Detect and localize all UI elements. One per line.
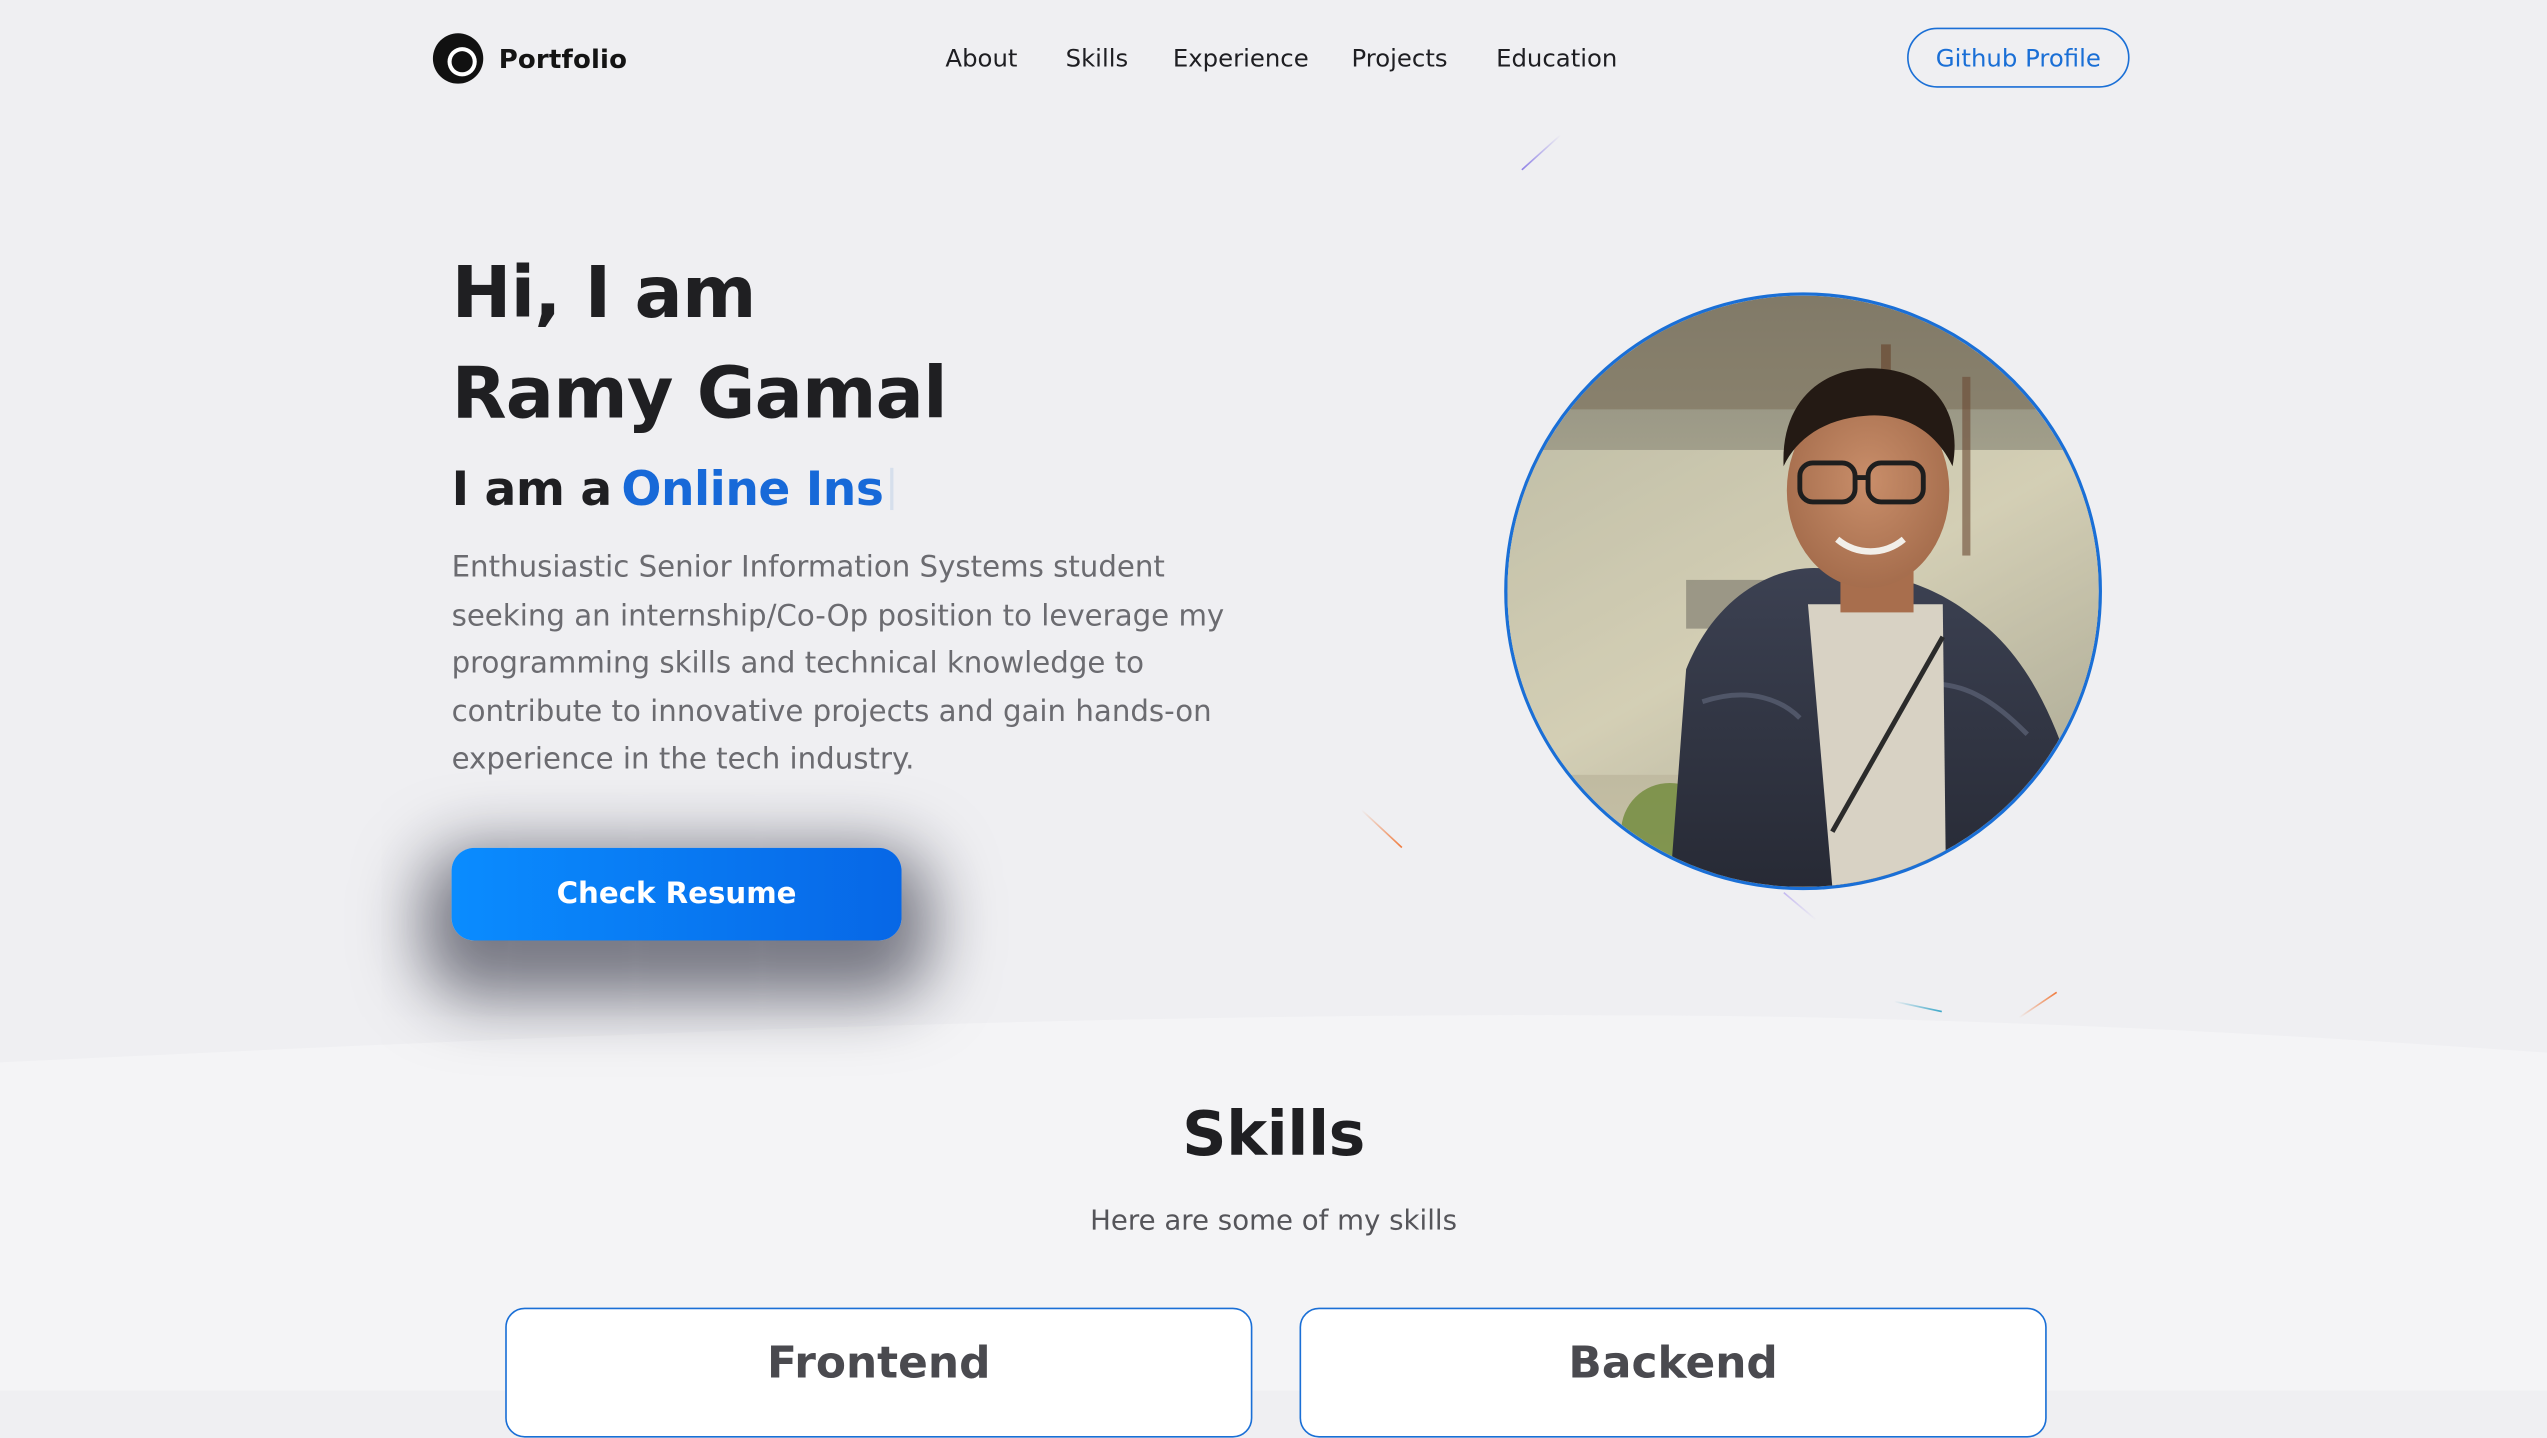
logo-text: Portfolio	[498, 43, 628, 74]
role-typed-text: Online Ins	[621, 461, 884, 517]
hero-description: Enthusiastic Senior Information Systems …	[451, 550, 1225, 778]
decor-streak-purple	[1521, 134, 1562, 171]
nav-item-projects[interactable]: Projects	[1352, 42, 1448, 74]
logo[interactable]: Portfolio	[432, 32, 627, 84]
hero-role: I am a Online Ins	[451, 461, 894, 517]
decor-streak-violet	[1782, 892, 1817, 921]
skill-card-title: Backend	[1568, 1338, 1778, 1389]
skill-card-title: Frontend	[767, 1338, 991, 1389]
typing-caret	[889, 467, 894, 511]
nav-item-education[interactable]: Education	[1496, 42, 1617, 74]
hero-name: Ramy Gamal	[451, 352, 948, 436]
nav-item-skills[interactable]: Skills	[1066, 42, 1129, 74]
portfolio-logo-icon	[432, 32, 484, 84]
skills-subtitle: Here are some of my skills	[1090, 1205, 1457, 1238]
skills-title: Skills	[1182, 1098, 1365, 1170]
skill-card-backend: Backend	[1299, 1307, 2047, 1438]
skills-section-background	[0, 1015, 2547, 1391]
hero-title: Hi, I am Ramy Gamal	[451, 244, 948, 445]
profile-photo	[1504, 292, 2102, 891]
site-header: Portfolio About Skills Experience Projec…	[0, 0, 2547, 120]
github-profile-button[interactable]: Github Profile	[1907, 27, 2130, 88]
check-resume-button[interactable]: Check Resume	[451, 847, 902, 941]
role-prefix: I am a	[451, 461, 613, 517]
hero-greeting: Hi, I am	[451, 251, 757, 335]
nav-item-about[interactable]: About	[945, 42, 1017, 74]
decor-streak-orange	[1360, 809, 1403, 849]
skill-card-frontend: Frontend	[505, 1307, 1253, 1438]
nav-item-experience[interactable]: Experience	[1173, 42, 1309, 74]
